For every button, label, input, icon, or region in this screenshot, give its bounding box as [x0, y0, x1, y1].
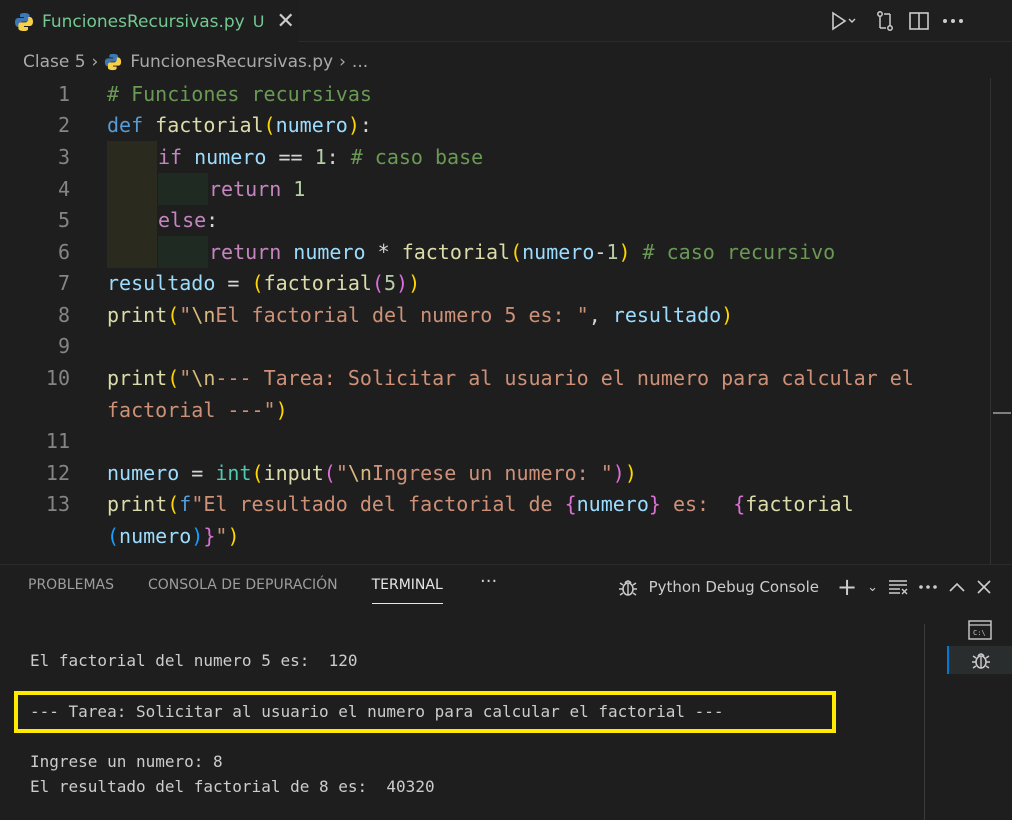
breadcrumb: Clase 5 › FuncionesRecursivas.py › ...: [0, 43, 1012, 81]
python-file-icon: [15, 12, 33, 31]
terminal-list: C:\: [924, 620, 1012, 820]
indent-guide: [107, 141, 157, 173]
line-number: 5: [57, 208, 70, 232]
terminal-line: Ingrese un numero: 8: [30, 752, 223, 771]
breadcrumb-symbols[interactable]: ...: [352, 52, 368, 72]
panel-tabs: PROBLEMAS CONSOLA DE DEPURACIÓN TERMINAL: [28, 577, 443, 604]
run-python-file-button[interactable]: [828, 11, 858, 31]
code-text: def factorial(numero):: [107, 113, 372, 137]
terminal-instance-debug[interactable]: [947, 646, 1012, 674]
code-text: return numero * factorial(numero-1) # ca…: [209, 240, 836, 264]
line-number: 10: [45, 366, 70, 390]
clear-terminal-icon[interactable]: [888, 579, 908, 595]
more-actions-button[interactable]: [938, 18, 968, 24]
code-line: 6 return numero * factorial(numero-1) # c…: [0, 236, 990, 268]
code-text: print("\n--- Tarea: Solicitar al usuario…: [107, 366, 914, 390]
editor-actions: [828, 0, 968, 42]
code-line: 2 def factorial(numero):: [0, 109, 990, 141]
compare-changes-icon: [877, 11, 893, 31]
editor-tab-bar: FuncionesRecursivas.py U ✕: [0, 0, 1012, 42]
code-text: (numero)}"): [107, 524, 240, 548]
code-text: print("\nEl factorial del numero 5 es: "…: [107, 303, 734, 327]
code-text: print(f"El resultado del factorial de {n…: [107, 492, 854, 516]
line-number: 7: [57, 271, 70, 295]
line-number: 1: [57, 82, 70, 106]
svg-text:C:\: C:\: [973, 629, 986, 637]
code-line: 12 numero = int(input("\nIngrese un numer…: [0, 457, 990, 489]
code-line-wrapped: factorial ---"): [0, 394, 990, 426]
tab-problems[interactable]: PROBLEMAS: [28, 577, 114, 604]
debug-bug-icon: [618, 580, 637, 596]
code-line: 7 resultado = (factorial(5)): [0, 267, 990, 299]
tab-debug-console[interactable]: CONSOLA DE DEPURACIÓN: [148, 577, 338, 604]
python-file-icon: [105, 53, 122, 71]
debug-bug-icon: [972, 653, 990, 669]
indent-guide: [107, 204, 157, 236]
panel-actions: Python Debug Console + ⌄: [617, 573, 992, 601]
tab-git-status: U: [252, 12, 265, 31]
code-line: 13 print(f"El resultado del factorial de …: [0, 488, 990, 520]
line-number: 12: [45, 461, 70, 485]
play-icon: [832, 11, 856, 31]
tab-terminal[interactable]: TERMINAL: [372, 577, 443, 604]
code-text: resultado = (factorial(5)): [107, 271, 421, 295]
breadcrumb-folder[interactable]: Clase 5: [23, 52, 86, 72]
line-number: 3: [57, 145, 70, 169]
indent-guide: [158, 173, 208, 205]
line-number: 11: [45, 429, 70, 453]
code-line: 1 # Funciones recursivas: [0, 78, 990, 110]
code-text: factorial ---"): [107, 398, 288, 422]
indent-guide: [107, 173, 157, 205]
split-editor-button[interactable]: [904, 11, 934, 31]
indent-guide: [158, 236, 208, 268]
terminal-line: El factorial del numero 5 es: 120: [30, 651, 358, 670]
terminal-line: El resultado del factorial de 8 es: 4032…: [30, 777, 435, 796]
code-line-wrapped: (numero)}"): [0, 520, 990, 552]
editor-scrollbar[interactable]: [990, 78, 1012, 564]
breadcrumb-file[interactable]: FuncionesRecursivas.py: [130, 52, 333, 72]
highlight-annotation-box: [14, 691, 836, 733]
chevron-right-icon: ›: [91, 52, 99, 72]
tab-close-icon[interactable]: ✕: [276, 10, 294, 33]
code-text: numero = int(input("\nIngrese un numero:…: [107, 461, 637, 485]
new-terminal-icon[interactable]: +: [837, 573, 857, 601]
code-text: else:: [158, 208, 219, 232]
panel-more-tabs-button[interactable]: ···: [480, 571, 497, 592]
chevron-up-icon[interactable]: [948, 581, 966, 593]
code-line: 5 else:: [0, 204, 990, 236]
ellipsis-icon: [943, 19, 963, 23]
chevron-down-icon[interactable]: ⌄: [867, 580, 878, 595]
line-number: 2: [57, 113, 70, 137]
terminal-instance-cmd[interactable]: C:\: [947, 616, 1012, 644]
scrollbar-position-marker: [993, 412, 1011, 414]
code-text: return 1: [209, 177, 306, 201]
code-line: 9: [0, 330, 990, 362]
code-line: 4 return 1: [0, 173, 990, 205]
ellipsis-icon[interactable]: [918, 584, 938, 590]
code-line: 11: [0, 425, 990, 457]
terminal-name-dropdown[interactable]: Python Debug Console: [649, 578, 819, 596]
editor-tab[interactable]: FuncionesRecursivas.py U ✕: [0, 0, 298, 42]
line-number: 6: [57, 240, 70, 264]
line-number: 13: [45, 492, 70, 516]
code-line: 3 if numero == 1: # caso base: [0, 141, 990, 173]
code-line: 10 print("\n--- Tarea: Solicitar al usuar…: [0, 362, 990, 394]
code-editor[interactable]: 1 # Funciones recursivas 2 def factorial(n…: [0, 78, 1012, 564]
indent-guide: [107, 236, 157, 268]
open-changes-button[interactable]: [870, 10, 900, 32]
code-text: # Funciones recursivas: [107, 82, 372, 106]
close-icon[interactable]: [976, 579, 992, 595]
code-text: if numero == 1: # caso base: [158, 145, 484, 169]
tab-filename: FuncionesRecursivas.py: [42, 11, 245, 32]
chevron-right-icon: ›: [339, 52, 346, 72]
code-line: 8 print("\nEl factorial del numero 5 es: …: [0, 299, 990, 331]
line-number: 8: [57, 303, 70, 327]
command-prompt-icon: C:\: [968, 620, 992, 640]
line-number: 9: [57, 334, 70, 358]
split-editor-icon: [909, 12, 929, 30]
line-number: 4: [57, 177, 70, 201]
